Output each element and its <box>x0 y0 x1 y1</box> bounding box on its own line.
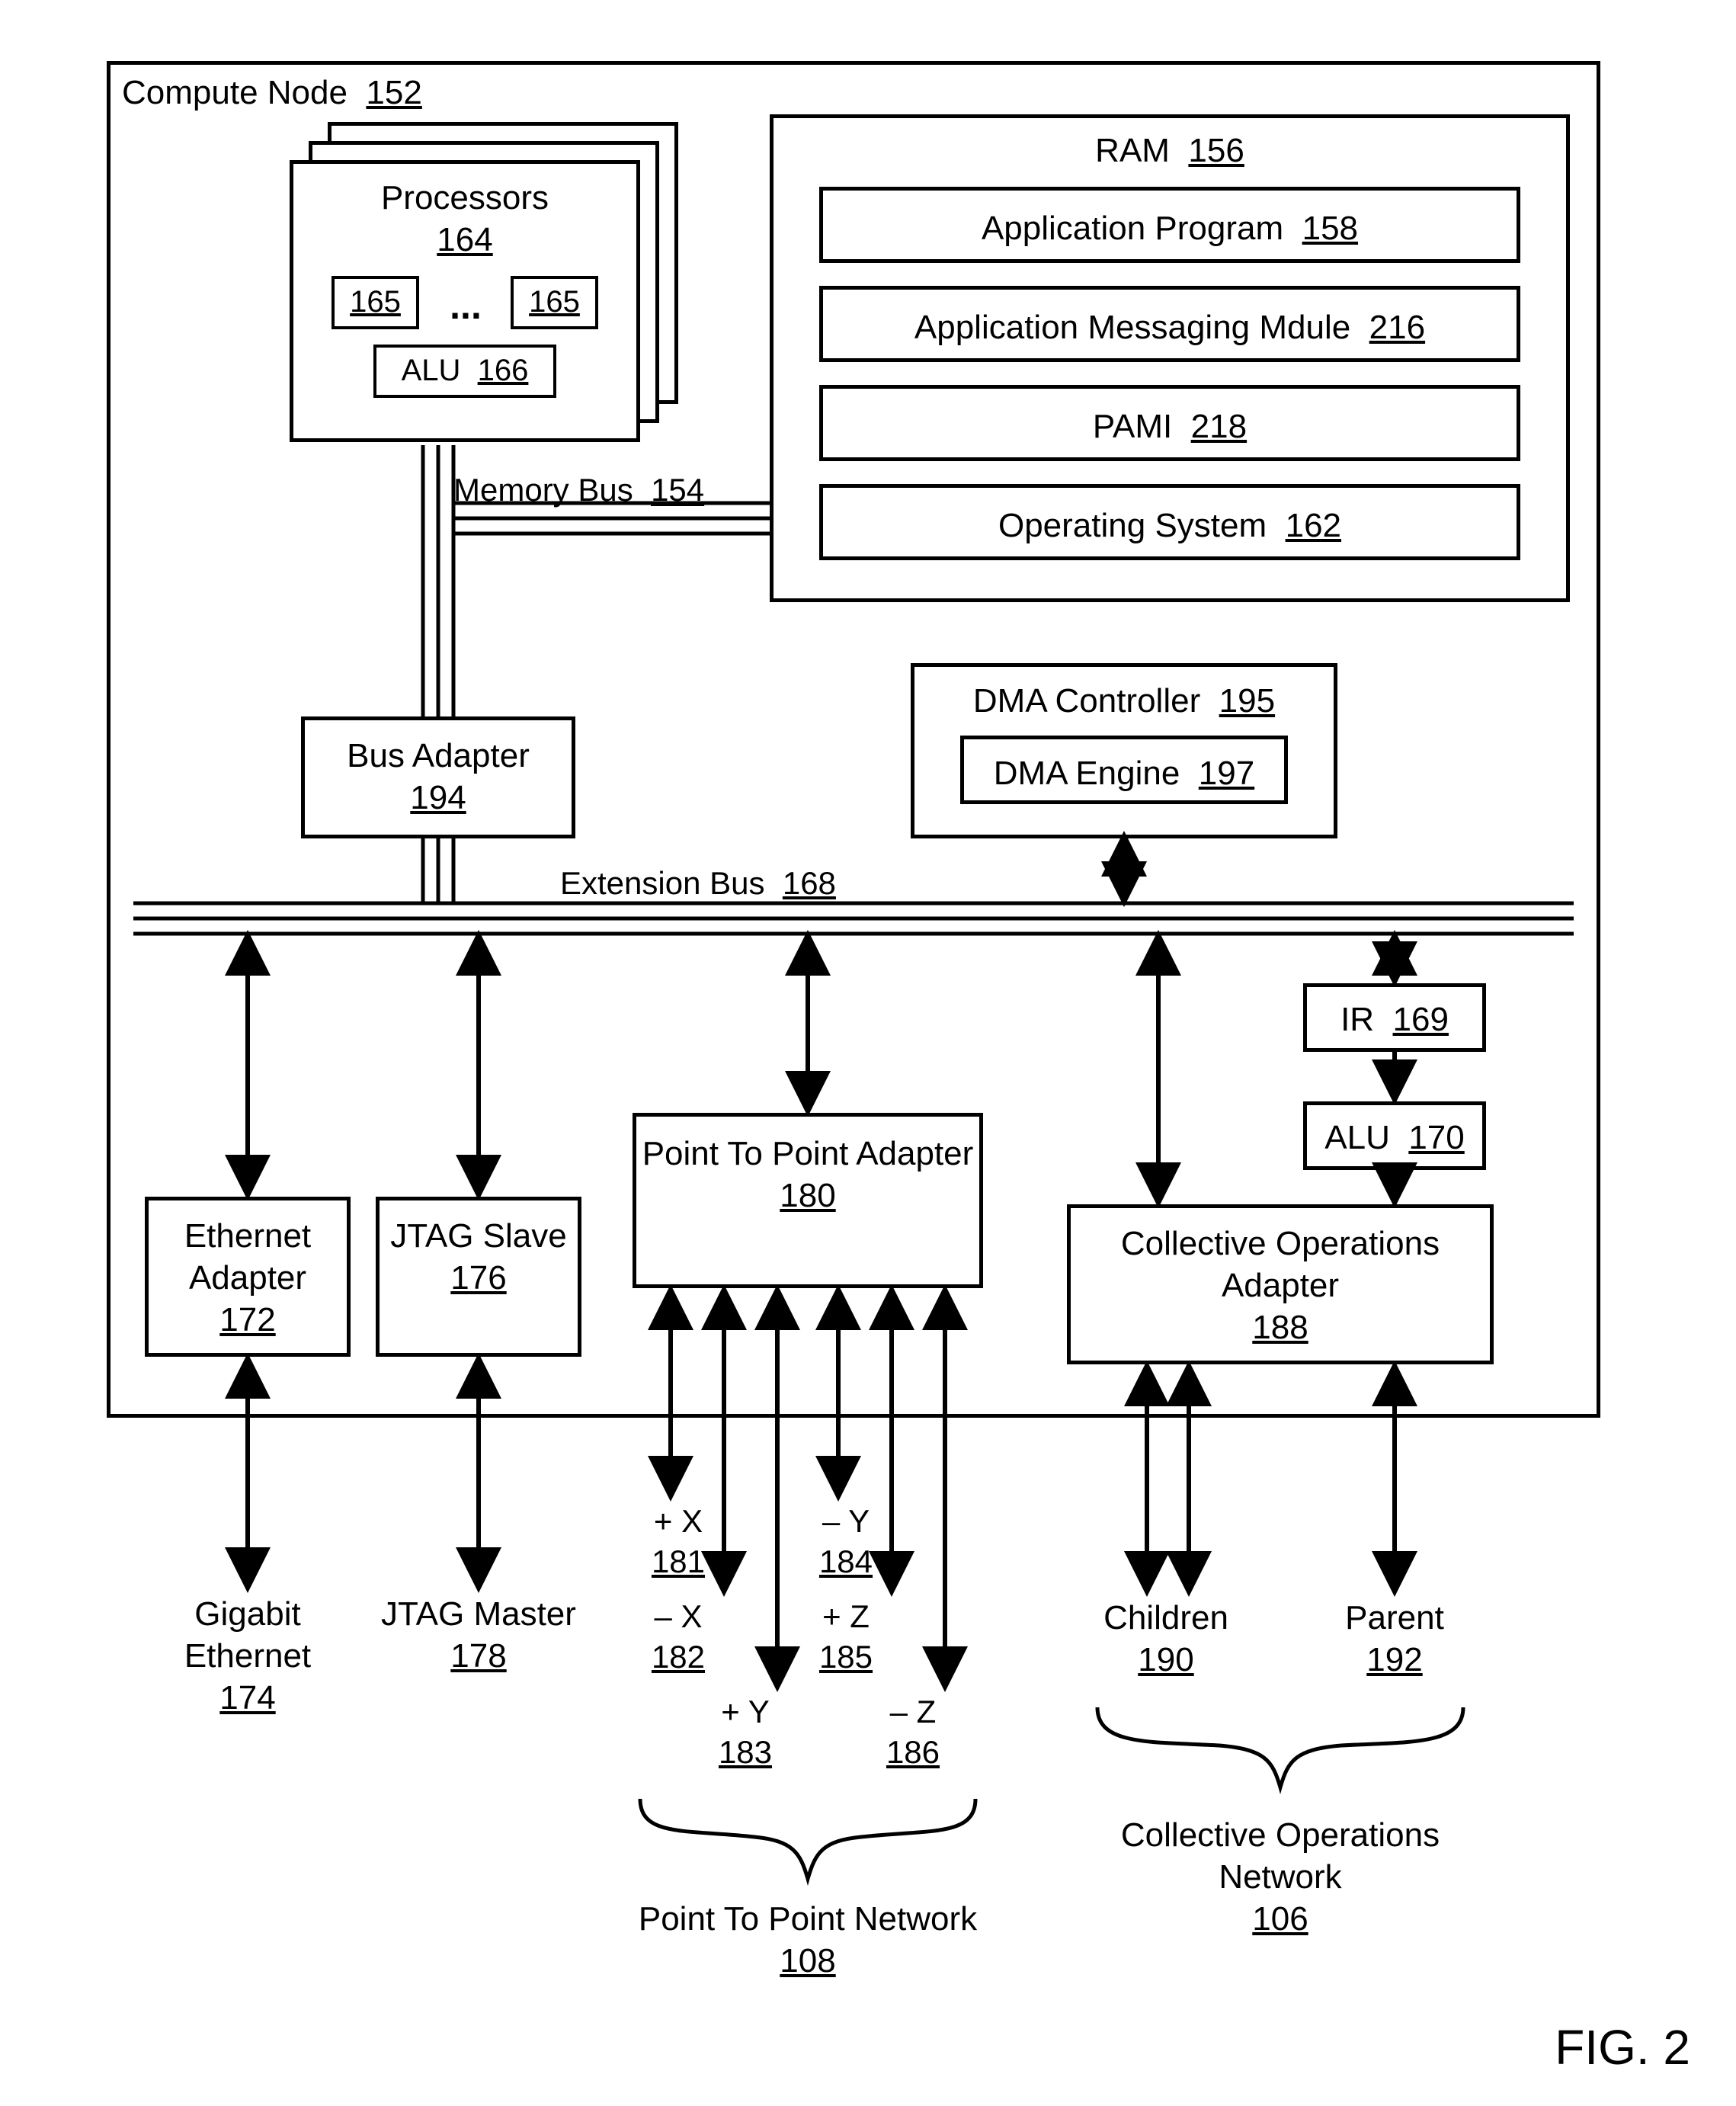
collective-adapter-num: 188 <box>1067 1306 1494 1348</box>
gigabit-text: Gigabit Ethernet <box>145 1593 351 1677</box>
alu2-label: ALU 170 <box>1303 1117 1486 1159</box>
ram-os-num: 162 <box>1286 507 1341 544</box>
compute-node-num: 152 <box>366 74 421 111</box>
alu-text: ALU <box>402 354 461 387</box>
pz-text: + Z <box>800 1597 892 1637</box>
ram-msg-num: 216 <box>1369 309 1425 346</box>
alu-label: ALU 166 <box>373 351 556 389</box>
figure-label: FIG. 2 <box>1555 2019 1690 2076</box>
jtag-slave-label: JTAG Slave 176 <box>376 1215 581 1299</box>
ram-msg-text: Application Messaging Mdule <box>914 309 1350 346</box>
collective-adapter-label: Collective Operations Adapter 188 <box>1067 1223 1494 1348</box>
gigabit-label: Gigabit Ethernet 174 <box>145 1593 351 1719</box>
mz-label: – Z 186 <box>867 1692 959 1772</box>
ram-os-text: Operating System <box>998 507 1267 544</box>
py-text: + Y <box>700 1692 791 1733</box>
core-dots: ... <box>423 282 508 330</box>
jtag-master-num: 178 <box>376 1635 581 1677</box>
p2p-adapter-num: 180 <box>633 1175 983 1216</box>
ir-text: IR <box>1340 1001 1374 1038</box>
coll-network-label: Collective Operations Network 106 <box>1120 1814 1440 1940</box>
parent-label: Parent 192 <box>1296 1597 1494 1681</box>
dma-controller-label: DMA Controller 195 <box>911 680 1337 722</box>
ethernet-adapter-label: Ethernet Adapter 172 <box>145 1215 351 1341</box>
bus-adapter-num: 194 <box>301 777 575 819</box>
compute-node-label: Compute Node 152 <box>122 72 422 114</box>
mx-num: 182 <box>633 1637 724 1678</box>
extension-bus-text: Extension Bus <box>560 865 765 901</box>
ram-num: 156 <box>1188 132 1244 169</box>
dma-controller-num: 195 <box>1219 682 1275 720</box>
ir-num: 169 <box>1393 1001 1449 1038</box>
my-label: – Y 184 <box>800 1502 892 1582</box>
pz-label: + Z 185 <box>800 1597 892 1677</box>
mx-label: – X 182 <box>633 1597 724 1677</box>
ram-pami-num: 218 <box>1191 408 1247 445</box>
alu2-text: ALU <box>1324 1119 1390 1156</box>
p2p-adapter-text: Point To Point Adapter <box>633 1133 983 1175</box>
dma-engine-num: 197 <box>1199 755 1254 792</box>
children-num: 190 <box>1067 1639 1265 1681</box>
px-num: 181 <box>633 1542 724 1582</box>
p2p-adapter-label: Point To Point Adapter 180 <box>633 1133 983 1216</box>
my-text: – Y <box>800 1502 892 1542</box>
jtag-master-text: JTAG Master <box>376 1593 581 1635</box>
px-text: + X <box>633 1502 724 1542</box>
p2p-network-text: Point To Point Network <box>633 1898 983 1940</box>
alu2-num: 170 <box>1408 1119 1464 1156</box>
ram-app-text: Application Program <box>982 210 1283 247</box>
ram-title: RAM 156 <box>770 130 1570 171</box>
memory-bus-text: Memory Bus <box>453 472 633 508</box>
jtag-slave-num: 176 <box>376 1257 581 1299</box>
bus-adapter-label: Bus Adapter 194 <box>301 735 575 819</box>
processors-text: Processors <box>290 177 640 219</box>
core-num-2: 165 <box>511 283 598 321</box>
jtag-master-label: JTAG Master 178 <box>376 1593 581 1677</box>
ram-os-label: Operating System 162 <box>819 505 1520 547</box>
extension-bus-label: Extension Bus 168 <box>560 864 836 904</box>
mz-num: 186 <box>867 1733 959 1773</box>
children-label: Children 190 <box>1067 1597 1265 1681</box>
memory-bus-label: Memory Bus 154 <box>453 470 704 511</box>
dma-engine-text: DMA Engine <box>994 755 1180 792</box>
ram-pami-text: PAMI <box>1093 408 1172 445</box>
processors-num: 164 <box>290 219 640 261</box>
py-num: 183 <box>700 1733 791 1773</box>
jtag-slave-text: JTAG Slave <box>376 1215 581 1257</box>
ir-label: IR 169 <box>1303 999 1486 1040</box>
alu-num: 166 <box>478 354 529 387</box>
parent-text: Parent <box>1296 1597 1494 1639</box>
mz-text: – Z <box>867 1692 959 1733</box>
gigabit-num: 174 <box>145 1677 351 1719</box>
parent-num: 192 <box>1296 1639 1494 1681</box>
mx-text: – X <box>633 1597 724 1637</box>
compute-node-text: Compute Node <box>122 74 348 111</box>
ethernet-adapter-text: Ethernet Adapter <box>145 1215 351 1299</box>
diagram-page: Compute Node 152 Processors 164 165 165 … <box>0 0 1736 2106</box>
coll-network-num: 106 <box>1120 1898 1440 1940</box>
extension-bus-num: 168 <box>783 865 836 901</box>
p2p-network-label: Point To Point Network 108 <box>633 1898 983 1982</box>
ram-msg-label: Application Messaging Mdule 216 <box>819 306 1520 348</box>
ram-app-label: Application Program 158 <box>819 207 1520 249</box>
px-label: + X 181 <box>633 1502 724 1582</box>
ram-app-num: 158 <box>1302 210 1358 247</box>
processors-title: Processors 164 <box>290 177 640 261</box>
pz-num: 185 <box>800 1637 892 1678</box>
ram-text: RAM <box>1095 132 1170 169</box>
memory-bus-num: 154 <box>651 472 704 508</box>
dma-controller-text: DMA Controller <box>973 682 1200 720</box>
children-text: Children <box>1067 1597 1265 1639</box>
p2p-network-num: 108 <box>633 1940 983 1982</box>
py-label: + Y 183 <box>700 1692 791 1772</box>
coll-network-text: Collective Operations Network <box>1120 1814 1440 1898</box>
ethernet-adapter-num: 172 <box>145 1299 351 1341</box>
my-num: 184 <box>800 1542 892 1582</box>
bus-adapter-text: Bus Adapter <box>301 735 575 777</box>
core-num-1: 165 <box>332 283 419 321</box>
dma-engine-label: DMA Engine 197 <box>960 752 1288 794</box>
ram-pami-label: PAMI 218 <box>819 405 1520 447</box>
collective-adapter-text: Collective Operations Adapter <box>1067 1223 1494 1306</box>
